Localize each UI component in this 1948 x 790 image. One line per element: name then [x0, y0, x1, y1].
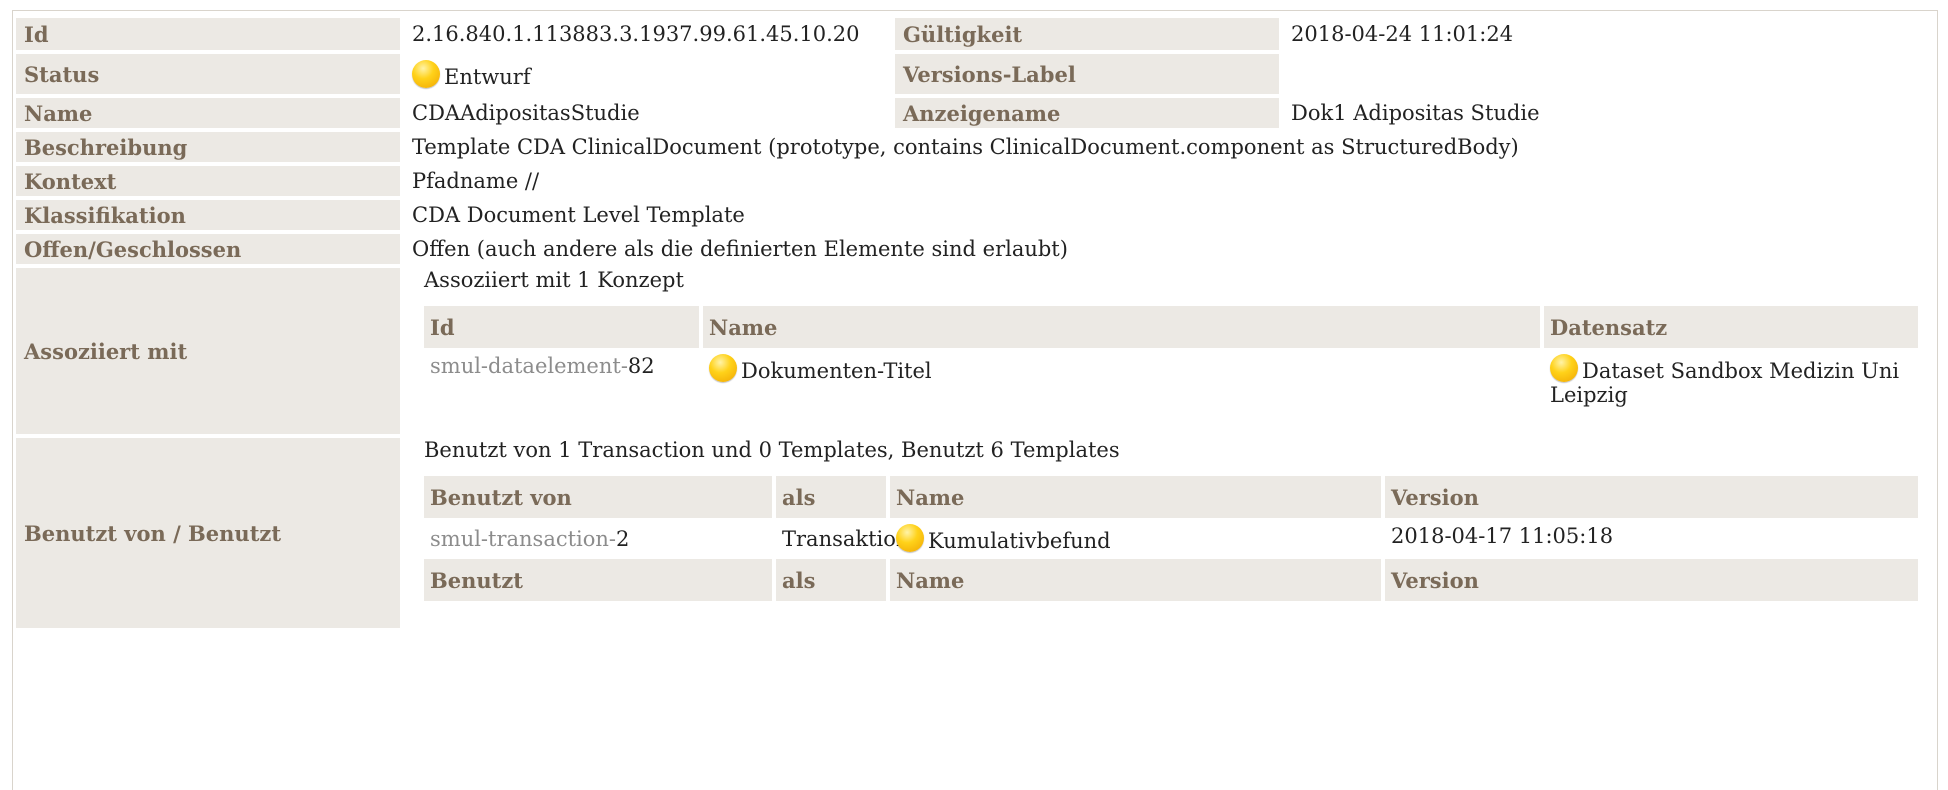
usage-header-row: Benutzt von als Name Version — [424, 476, 1918, 518]
status-text: Entwurf — [444, 64, 531, 89]
assoziiert-title: Assoziiert mit 1 Konzept — [424, 268, 684, 292]
transaction-id[interactable]: smul-transaction-2 — [424, 518, 772, 559]
kontext-label: Kontext — [16, 166, 400, 196]
dataset-name-text: Dataset Sandbox Medizin Uni Leipzig — [1550, 359, 1900, 407]
transaction-name-text: Kumulativbefund — [928, 529, 1111, 553]
beschreibung-value: Template CDA ClinicalDocument (prototype… — [412, 135, 1519, 159]
col-als-2: als — [776, 559, 886, 601]
row-assoziiert: Assoziiert mit Assoziiert mit 1 Konzept … — [16, 268, 1934, 434]
concept-id-number: 82 — [627, 354, 655, 378]
transaction-version: 2018-04-17 11:05:18 — [1391, 524, 1614, 548]
row-status: Status Entwurf Versions-Label — [16, 54, 1934, 94]
gueltigkeit-label: Gültigkeit — [895, 18, 1279, 50]
concepts-header-row: Id Name Datensatz — [424, 306, 1918, 348]
versions-label-value — [1283, 54, 1934, 94]
id-value: 2.16.840.1.113883.3.1937.99.61.45.10.20 — [412, 22, 860, 46]
versions-label-label: Versions-Label — [895, 54, 1279, 94]
status-label: Status — [16, 54, 400, 94]
col-name: Name — [703, 306, 1540, 348]
name-label: Name — [16, 98, 400, 128]
row-id: Id 2.16.840.1.113883.3.1937.99.61.45.10.… — [16, 18, 1934, 50]
col-datensatz: Datensatz — [1544, 306, 1918, 348]
kontext-value: Pfadname // — [412, 169, 540, 193]
usage-type: Transaktion — [782, 526, 910, 551]
beschreibung-label: Beschreibung — [16, 132, 400, 162]
concept-dataset[interactable]: Dataset Sandbox Medizin Uni Leipzig — [1544, 348, 1918, 413]
klassifikation-value: CDA Document Level Template — [412, 203, 745, 227]
row-kontext: Kontext Pfadname // — [16, 166, 1934, 196]
usage-row: smul-transaction-2 Transaktion Kumulativ… — [424, 518, 1918, 559]
offen-label: Offen/Geschlossen — [16, 234, 400, 264]
row-beschreibung: Beschreibung Template CDA ClinicalDocume… — [16, 132, 1934, 162]
anzeigename-label: Anzeigename — [895, 98, 1279, 128]
row-offen: Offen/Geschlossen Offen (auch andere als… — [16, 234, 1934, 264]
row-name: Name CDAAdipositasStudie Anzeigename Dok… — [16, 98, 1934, 128]
status-value: Entwurf — [404, 54, 891, 94]
template-details-table: Id 2.16.840.1.113883.3.1937.99.61.45.10.… — [16, 14, 1934, 632]
col-version-2: Version — [1385, 559, 1918, 601]
assoziiert-label: Assoziiert mit — [16, 268, 400, 434]
id-label: Id — [16, 18, 400, 50]
concept-row: smul-dataelement-82 Dokumenten-Titel Dat… — [424, 348, 1918, 413]
transaction-status-icon — [896, 524, 924, 552]
name-value: CDAAdipositasStudie — [412, 101, 640, 125]
offen-value: Offen (auch andere als die definierten E… — [412, 237, 1068, 261]
col-name-2: Name — [890, 559, 1381, 601]
status-draft-icon — [412, 59, 440, 88]
transaction-id-prefix: smul-transaction- — [430, 526, 617, 551]
assoziiert-section: Assoziiert mit 1 Konzept Id Name Datensa… — [404, 268, 1934, 434]
usage-table: Benutzt von als Name Version smul-transa… — [420, 476, 1922, 601]
col-version: Version — [1385, 476, 1918, 518]
row-benutzt: Benutzt von / Benutzt Benutzt von 1 Tran… — [16, 438, 1934, 628]
anzeigename-value: Dok1 Adipositas Studie — [1291, 101, 1540, 125]
col-benutzt: Benutzt — [424, 559, 772, 601]
concept-name-text: Dokumenten-Titel — [741, 359, 932, 383]
concept-id[interactable]: smul-dataelement-82 — [424, 348, 699, 413]
row-klassifikation: Klassifikation CDA Document Level Templa… — [16, 200, 1934, 230]
col-name: Name — [890, 476, 1381, 518]
col-als: als — [776, 476, 886, 518]
dataset-status-icon — [1550, 354, 1578, 382]
concept-status-icon — [709, 354, 737, 382]
klassifikation-label: Klassifikation — [16, 200, 400, 230]
col-benutzt-von: Benutzt von — [424, 476, 772, 518]
concept-id-prefix: smul-dataelement- — [430, 354, 628, 378]
transaction-name[interactable]: Kumulativbefund — [890, 518, 1381, 559]
gueltigkeit-value: 2018-04-24 11:01:24 — [1291, 22, 1514, 46]
transaction-id-number: 2 — [616, 526, 630, 551]
benutzt-label: Benutzt von / Benutzt — [16, 438, 400, 628]
benutzt-title: Benutzt von 1 Transaction und 0 Template… — [424, 438, 1120, 462]
col-id: Id — [424, 306, 699, 348]
uses-header-row: Benutzt als Name Version — [424, 559, 1918, 601]
benutzt-section: Benutzt von 1 Transaction und 0 Template… — [404, 438, 1934, 628]
concepts-table: Id Name Datensatz smul-dataelement-82 Do… — [420, 306, 1922, 413]
concept-name[interactable]: Dokumenten-Titel — [703, 348, 1540, 413]
